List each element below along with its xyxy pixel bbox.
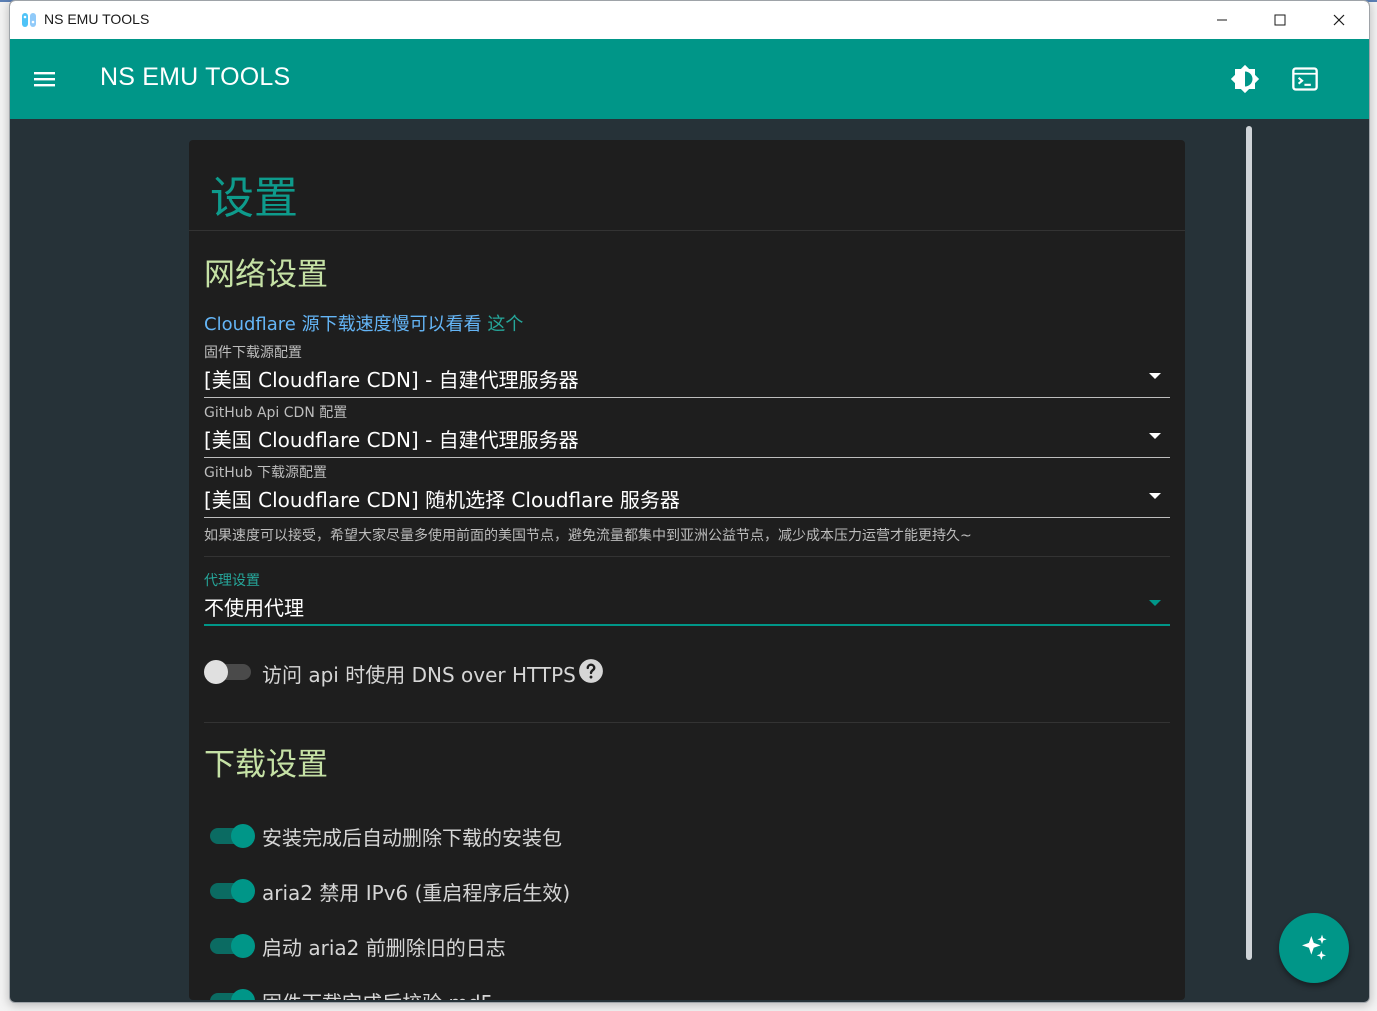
divider [204,556,1170,557]
page-title: 设置 [210,173,298,224]
minimize-icon [1217,19,1227,21]
brightness-icon [1230,64,1260,94]
menu-button[interactable] [26,61,62,97]
scrollbar[interactable] [1246,126,1252,960]
firmware-source-value: [美国 Cloudflare CDN] - 自建代理服务器 [204,368,579,392]
app-title: NS EMU TOOLS [100,63,291,91]
close-icon [1333,14,1345,26]
divider [204,722,1170,723]
auto-delete-toggle[interactable] [207,824,255,848]
verify-md5-label: 固件下载完成后校验 md5 [262,987,493,1000]
console-button[interactable] [1287,61,1323,97]
app-window: NS EMU TOOLS NS EMU TOOLS 设置 网络设置 Cloudf… [9,0,1370,1003]
disable-ipv6-label: aria2 禁用 IPv6 (重启程序后生效) [262,881,571,905]
fab-button[interactable] [1279,913,1349,983]
cloudflare-note: Cloudflare 源下载速度慢可以看看 这个 [204,310,523,336]
cloudflare-note-text: Cloudflare 源下载速度慢可以看看 [204,314,482,335]
firmware-source-select[interactable]: 固件下载源配置 [美国 Cloudflare CDN] - 自建代理服务器 [204,342,1170,398]
github-api-cdn-value: [美国 Cloudflare CDN] - 自建代理服务器 [204,428,579,452]
disable-ipv6-toggle[interactable] [207,879,255,903]
firmware-source-label: 固件下载源配置 [204,345,302,361]
terminal-icon [1292,67,1318,91]
github-api-cdn-select[interactable]: GitHub Api CDN 配置 [美国 Cloudflare CDN] - … [204,402,1170,458]
maximize-button[interactable] [1251,1,1309,39]
doh-toggle[interactable] [204,660,252,684]
hamburger-icon [34,72,55,87]
toggle-thumb [204,660,228,684]
toggle-thumb [231,934,255,958]
settings-card: 设置 网络设置 Cloudflare 源下载速度慢可以看看 这个 固件下载源配置… [189,140,1185,1000]
toggle-thumb [231,879,255,903]
proxy-select[interactable]: 代理设置 不使用代理 [204,570,1170,626]
chevron-down-icon [1149,373,1161,379]
window-titlebar: NS EMU TOOLS [10,1,1369,39]
help-icon[interactable] [578,658,604,684]
app-bar: NS EMU TOOLS [10,39,1369,119]
github-download-label: GitHub 下载源配置 [204,465,327,481]
github-download-select[interactable]: GitHub 下载源配置 [美国 Cloudflare CDN] 随机选择 Cl… [204,462,1170,518]
proxy-value: 不使用代理 [204,596,304,620]
proxy-label: 代理设置 [204,573,260,589]
delete-old-log-toggle[interactable] [207,934,255,958]
download-section-title: 下载设置 [204,747,328,783]
verify-md5-toggle[interactable] [207,989,255,1000]
close-button[interactable] [1310,1,1368,39]
source-hint: 如果速度可以接受，希望大家尽量多使用前面的美国节点，避免流量都集中到亚洲公益节点… [204,528,972,544]
chevron-down-icon [1149,600,1161,606]
doh-label: 访问 api 时使用 DNS over HTTPS [262,663,576,687]
github-download-value: [美国 Cloudflare CDN] 随机选择 Cloudflare 服务器 [204,488,680,512]
delete-old-log-label: 启动 aria2 前删除旧的日志 [262,936,506,960]
minimize-button[interactable] [1193,1,1251,39]
app-icon [21,12,37,28]
chevron-down-icon [1149,493,1161,499]
window-title: NS EMU TOOLS [44,11,150,27]
cloudflare-link[interactable]: 这个 [487,314,523,335]
auto-delete-label: 安装完成后自动删除下载的安装包 [262,826,562,850]
network-section-title: 网络设置 [204,257,328,293]
toggle-thumb [231,824,255,848]
theme-toggle-button[interactable] [1227,61,1263,97]
maximize-icon [1274,14,1286,26]
sparkle-icon [1302,934,1327,960]
toggle-thumb [231,989,255,1000]
chevron-down-icon [1149,433,1161,439]
card-header: 设置 [189,140,1185,231]
github-api-cdn-label: GitHub Api CDN 配置 [204,405,348,421]
